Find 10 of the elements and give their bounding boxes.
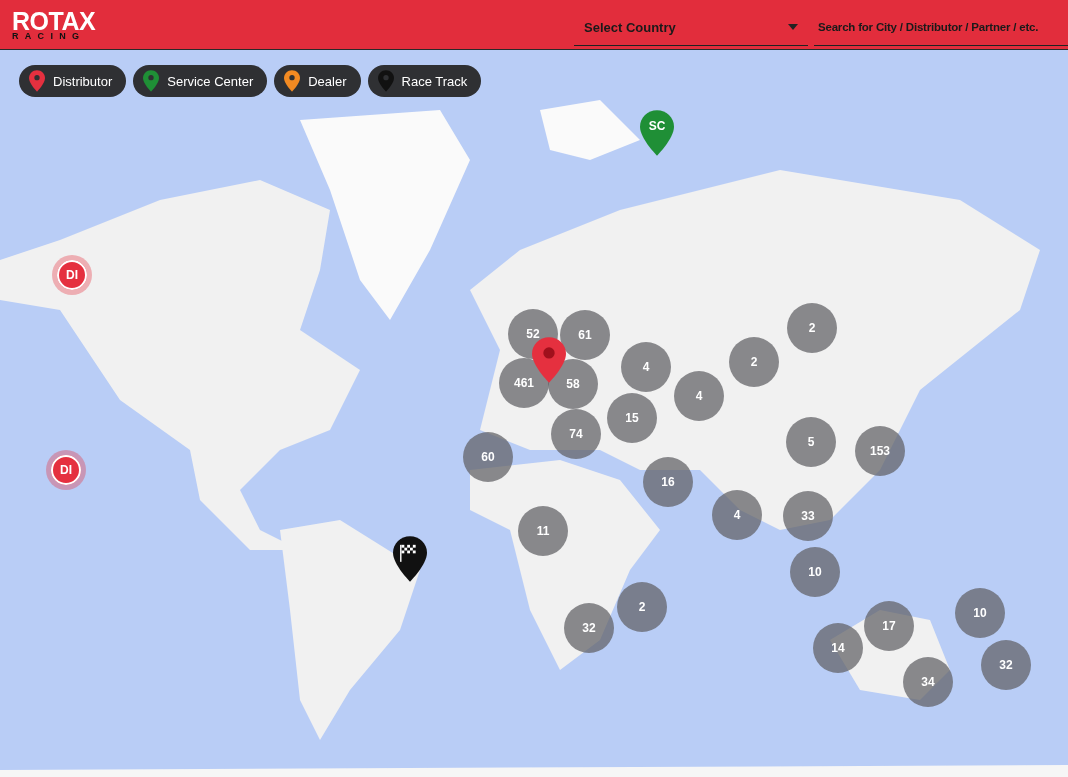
caret-icon <box>788 24 798 30</box>
flag-pin-icon[interactable] <box>393 536 427 582</box>
legend-filter-button[interactable]: Dealer <box>274 65 361 97</box>
search-field[interactable]: Search for City / Distributor / Partner / etc. <box>814 9 1068 46</box>
legend-filter-button[interactable]: Service Center <box>133 65 268 97</box>
map-pin[interactable]: SC <box>640 110 674 156</box>
logo[interactable]: ROTAX RACING <box>12 8 96 41</box>
legend-filter-button[interactable]: Race Track <box>367 65 482 97</box>
country-select[interactable]: Select Country <box>574 9 808 46</box>
legend-filter-button[interactable]: Distributor <box>19 65 127 97</box>
